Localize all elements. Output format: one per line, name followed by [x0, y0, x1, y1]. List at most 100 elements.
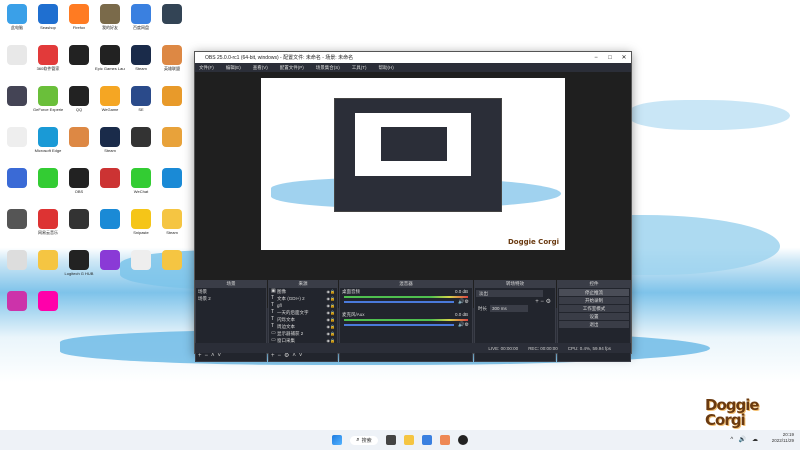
desktop-icon[interactable]: 此电脑: [2, 4, 32, 30]
desktop-icon[interactable]: [95, 250, 125, 271]
desktop-icon[interactable]: Logitech G HUB: [64, 250, 94, 276]
preview-area[interactable]: Doggie Corgi 场景 场景 场景 2 +−˄˅ 来源 ▣ 图像 ◉🔒 T文…: [195, 72, 631, 362]
transition-tools[interactable]: + − ⚙: [475, 298, 551, 305]
maximize-icon[interactable]: □: [603, 55, 617, 61]
desktop-icon[interactable]: [126, 127, 156, 148]
task-view-icon[interactable]: [385, 435, 396, 445]
transition-select[interactable]: 淡出: [476, 290, 543, 297]
desktop-icon[interactable]: WeGame: [95, 86, 125, 112]
obs-taskbar-icon[interactable]: [457, 435, 468, 445]
desktop-icon[interactable]: [64, 127, 94, 148]
menu-view[interactable]: 查看(V): [253, 65, 268, 71]
start-icon[interactable]: [332, 435, 343, 445]
stop-stream-button[interactable]: 停止推流: [559, 289, 629, 296]
desktop-icon[interactable]: Seashop: [33, 4, 63, 30]
speaker-icon[interactable]: 🔊⚙: [458, 322, 469, 328]
volume-slider[interactable]: [344, 301, 455, 303]
desktop-icon[interactable]: [157, 168, 187, 189]
visibility-icon[interactable]: ◉🔒: [327, 302, 335, 309]
desktop-icon[interactable]: [2, 250, 32, 271]
desktop-icon[interactable]: [95, 209, 125, 230]
desktop-icon[interactable]: [157, 86, 187, 107]
settings-button[interactable]: 设置: [559, 313, 629, 320]
desktop-icon[interactable]: 360软件管家: [33, 45, 63, 71]
scene-tools[interactable]: +−˄˅: [198, 353, 224, 359]
menu-profile[interactable]: 配置文件(P): [280, 65, 304, 71]
desktop-icon[interactable]: [2, 168, 32, 189]
desktop-icon[interactable]: [95, 168, 125, 189]
desktop-icon[interactable]: [33, 168, 63, 189]
desktop-icon[interactable]: SE: [126, 86, 156, 112]
exit-button[interactable]: 退出: [559, 321, 629, 328]
desktop-icon[interactable]: [157, 4, 187, 25]
desktop-icon[interactable]: [33, 291, 63, 312]
menu-tools[interactable]: 工具(T): [352, 65, 367, 71]
desktop-icon[interactable]: [2, 86, 32, 107]
source-tools[interactable]: +−⚙˄˅: [271, 352, 305, 359]
duration-input[interactable]: 300 ms: [490, 305, 528, 312]
clock[interactable]: 20:19 2022/11/29: [772, 432, 794, 444]
studio-mode-button[interactable]: 工作室模式: [559, 305, 629, 312]
desktop-icon[interactable]: 百度网盘: [126, 4, 156, 30]
desktop-icon[interactable]: Steam: [95, 127, 125, 153]
visibility-icon[interactable]: ◉🔒: [327, 295, 335, 302]
desktop-icon[interactable]: [157, 127, 187, 148]
desktop-icon[interactable]: 网易云音乐: [33, 209, 63, 235]
desktop-icon[interactable]: WeChat: [126, 168, 156, 194]
desktop-icon[interactable]: [64, 45, 94, 66]
desktop-icon[interactable]: 我的好友: [95, 4, 125, 30]
visibility-icon[interactable]: ◉🔒: [327, 323, 335, 330]
desktop-icon[interactable]: Snipaste: [126, 209, 156, 235]
app-icon: [38, 250, 58, 270]
visibility-icon[interactable]: ◉🔒: [327, 309, 335, 316]
search-button[interactable]: ⌕ 搜索: [350, 435, 378, 445]
scene-item[interactable]: 场景: [196, 288, 266, 295]
menu-help[interactable]: 帮助(H): [379, 65, 394, 71]
source-item[interactable]: T 一天的后面文字 ◉🔒: [269, 309, 337, 316]
desktop-icon[interactable]: [2, 45, 32, 66]
menu-scene-collection[interactable]: 场景集合(S): [316, 65, 340, 71]
minimize-icon[interactable]: −: [589, 55, 603, 61]
start-recording-button[interactable]: 开始录制: [559, 297, 629, 304]
desktop-icon[interactable]: Steam: [157, 209, 187, 235]
source-item[interactable]: T 文本 (GDI+) 2 ◉🔒: [269, 295, 337, 302]
source-item[interactable]: Tgfl ◉🔒: [269, 302, 337, 309]
menu-edit[interactable]: 编辑(E): [226, 65, 241, 71]
desktop-icon[interactable]: [64, 209, 94, 230]
desktop-icon[interactable]: Microsoft Edge: [33, 127, 63, 153]
desktop-icon[interactable]: [126, 250, 156, 271]
desktop-icon[interactable]: Epic Games Launcher: [95, 45, 125, 71]
store-icon[interactable]: [421, 435, 432, 445]
menu-file[interactable]: 文件(F): [199, 65, 214, 71]
desktop-icon[interactable]: [2, 291, 32, 312]
app-icon: [69, 209, 89, 229]
close-icon[interactable]: ✕: [617, 54, 631, 61]
desktop-icon[interactable]: [33, 250, 63, 271]
desktop-icon[interactable]: 英雄联盟: [157, 45, 187, 71]
title-bar[interactable]: OBS 25.0.0-rc1 (64-bit, windows) - 配置文件:…: [195, 52, 631, 63]
desktop-icon[interactable]: GeForce Experience: [33, 86, 63, 112]
desktop-icon[interactable]: Steam: [126, 45, 156, 71]
desktop-icon[interactable]: OBS: [64, 168, 94, 194]
scene-item[interactable]: 场景 2: [196, 295, 266, 302]
desktop-icon[interactable]: [2, 127, 32, 148]
source-item[interactable]: ▣ 图像 ◉🔒: [269, 288, 337, 295]
desktop-icon[interactable]: Firefox: [64, 4, 94, 30]
volume-slider[interactable]: [344, 324, 455, 326]
desktop-icon[interactable]: [157, 250, 187, 271]
source-item[interactable]: T 闪烁文本 ◉🔒: [269, 316, 337, 323]
edge-icon[interactable]: [439, 435, 450, 445]
system-tray[interactable]: ^ 🔊 ☁: [730, 436, 760, 443]
speaker-icon[interactable]: 🔊⚙: [458, 299, 469, 305]
channel-db: 0.0 dB: [454, 289, 468, 294]
visibility-icon[interactable]: ◉🔒: [327, 288, 335, 295]
source-item[interactable]: ▭ 显示器捕获 2 ◉🔒: [269, 330, 337, 337]
visibility-icon[interactable]: ◉🔒: [327, 316, 335, 323]
desktop-icon[interactable]: QQ: [64, 86, 94, 112]
app-icon: [100, 250, 120, 270]
file-explorer-icon[interactable]: [403, 435, 414, 445]
visibility-icon[interactable]: ◉🔒: [327, 330, 335, 337]
source-item[interactable]: T 周边文本 ◉🔒: [269, 323, 337, 330]
obs-window[interactable]: OBS 25.0.0-rc1 (64-bit, windows) - 配置文件:…: [194, 51, 632, 362]
desktop-icon[interactable]: [2, 209, 32, 230]
